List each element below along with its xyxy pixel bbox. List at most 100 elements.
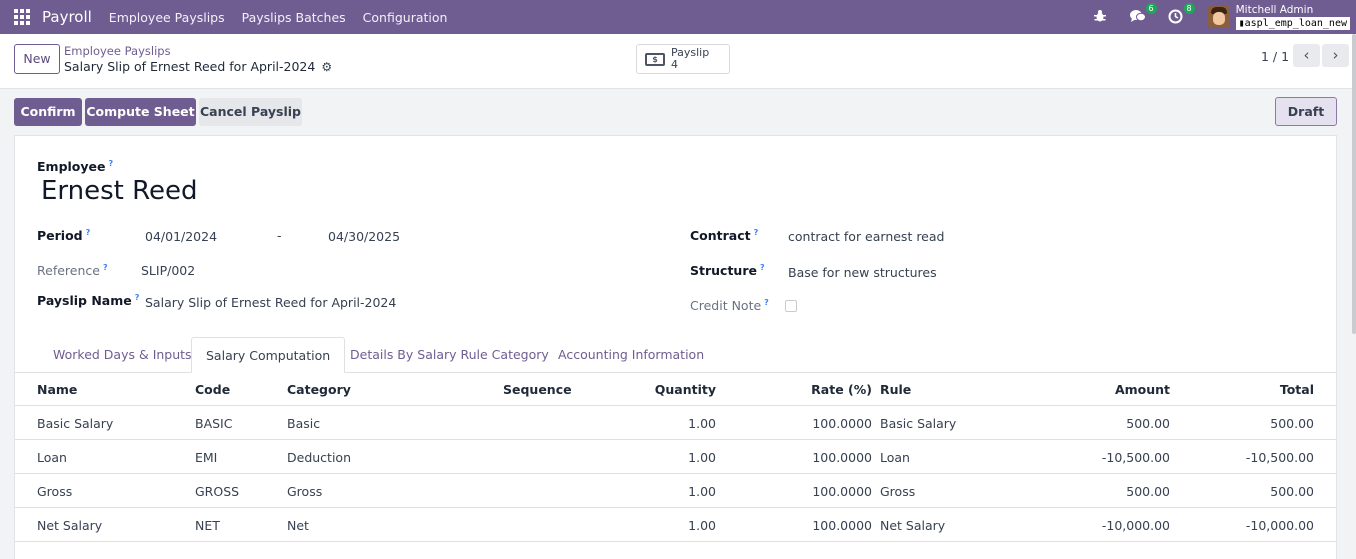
cell-amount: -10,000.00 [1101, 518, 1170, 533]
contract-label: Contract? [690, 228, 759, 243]
menu-configuration[interactable]: Configuration [363, 10, 448, 25]
tab-accounting-information[interactable]: Accounting Information [558, 337, 704, 373]
cell-code: EMI [195, 450, 218, 465]
database-name: ▮aspl_emp_loan_new [1235, 16, 1350, 30]
pager-previous-button[interactable]: ‹ [1293, 44, 1320, 67]
cell-rule: Gross [880, 484, 916, 499]
cell-amount: 500.00 [1126, 484, 1170, 499]
activities-clock-icon[interactable]: 8 [1168, 3, 1195, 25]
compute-sheet-button[interactable]: Compute Sheet [85, 98, 196, 126]
help-icon: ? [764, 298, 769, 307]
control-panel: New Employee Payslips Salary Slip of Ern… [0, 34, 1356, 89]
help-icon: ? [102, 263, 108, 272]
new-button[interactable]: New [14, 44, 60, 74]
app-name[interactable]: Payroll [42, 8, 92, 26]
breadcrumb-current: Salary Slip of Ernest Reed for April-202… [64, 59, 332, 74]
form-sheet: Employee? Ernest Reed Period? 04/01/2024… [14, 135, 1337, 559]
cell-code: NET [195, 518, 220, 533]
cell-quantity: 1.00 [688, 484, 716, 499]
help-icon: ? [134, 293, 140, 302]
cell-rule: Net Salary [880, 518, 946, 533]
reference-label: Reference? [37, 263, 108, 278]
contract-field[interactable]: contract for earnest read [788, 229, 944, 244]
bug-icon[interactable] [1092, 9, 1108, 25]
cell-rule: Loan [880, 450, 910, 465]
pager-next-button[interactable]: › [1322, 44, 1349, 67]
credit-note-checkbox[interactable] [785, 300, 797, 312]
cell-quantity: 1.00 [688, 450, 716, 465]
tab-salary-computation[interactable]: Salary Computation [191, 337, 346, 373]
help-icon: ? [759, 263, 765, 272]
payslip-name-label: Payslip Name? [37, 293, 140, 308]
structure-field[interactable]: Base for new structures [788, 265, 937, 280]
help-icon: ? [753, 228, 759, 237]
menu-payslips-batches[interactable]: Payslips Batches [242, 10, 346, 25]
col-code[interactable]: Code [195, 382, 230, 397]
col-amount[interactable]: Amount [1115, 382, 1170, 397]
user-avatar[interactable] [1207, 6, 1230, 28]
user-menu[interactable]: Mitchell Admin ▮aspl_emp_loan_new [1235, 3, 1350, 30]
tab-details-by-rule-category[interactable]: Details By Salary Rule Category [350, 337, 549, 373]
page-scrollbar[interactable] [1352, 34, 1356, 334]
credit-note-label: Credit Note? [690, 298, 769, 313]
cancel-payslip-button[interactable]: Cancel Payslip [199, 98, 302, 126]
confirm-button[interactable]: Confirm [14, 98, 82, 126]
cell-rate: 100.0000 [812, 416, 872, 431]
col-name[interactable]: Name [37, 382, 77, 397]
money-icon: $ [645, 53, 665, 66]
activities-badge: 8 [1183, 3, 1195, 14]
cell-name: Basic Salary [37, 416, 114, 431]
table-header: Name Code Category Sequence Quantity Rat… [15, 373, 1336, 406]
apps-grid-icon[interactable] [14, 8, 32, 26]
cell-rate: 100.0000 [812, 450, 872, 465]
cell-total: -10,500.00 [1245, 450, 1314, 465]
cell-quantity: 1.00 [688, 518, 716, 533]
cell-name: Loan [37, 450, 67, 465]
cell-rate: 100.0000 [812, 518, 872, 533]
status-draft[interactable]: Draft [1275, 97, 1337, 126]
col-quantity[interactable]: Quantity [655, 382, 716, 397]
smart-button-label: Payslip 4 [671, 46, 710, 71]
table-row[interactable]: Gross GROSS Gross 1.00 100.0000 Gross 50… [15, 474, 1336, 508]
cell-rate: 100.0000 [812, 484, 872, 499]
employee-name[interactable]: Ernest Reed [41, 176, 198, 206]
tab-worked-days-inputs[interactable]: Worked Days & Inputs [53, 337, 192, 373]
cell-code: GROSS [195, 484, 240, 499]
breadcrumb-parent[interactable]: Employee Payslips [64, 44, 171, 58]
cell-name: Net Salary [37, 518, 103, 533]
messages-icon[interactable]: 6 [1129, 3, 1157, 25]
payslip-name-field[interactable]: Salary Slip of Ernest Reed for April-202… [145, 295, 396, 310]
messages-badge: 6 [1145, 3, 1157, 14]
date-from-field[interactable]: 04/01/2024 [145, 229, 217, 244]
user-name: Mitchell Admin [1235, 3, 1314, 16]
cell-category: Net [287, 518, 309, 533]
cell-rule: Basic Salary [880, 416, 957, 431]
gear-icon[interactable]: ⚙ [321, 60, 332, 74]
period-label: Period? [37, 228, 91, 243]
table-row[interactable]: Basic Salary BASIC Basic 1.00 100.0000 B… [15, 406, 1336, 440]
record-title: Salary Slip of Ernest Reed for April-202… [64, 59, 316, 74]
menu-employee-payslips[interactable]: Employee Payslips [109, 10, 225, 25]
table-row[interactable]: Net Salary NET Net 1.00 100.0000 Net Sal… [15, 508, 1336, 542]
cell-total: -10,000.00 [1245, 518, 1314, 533]
table-row[interactable]: Loan EMI Deduction 1.00 100.0000 Loan -1… [15, 440, 1336, 474]
col-rule[interactable]: Rule [880, 382, 911, 397]
help-icon: ? [108, 159, 114, 168]
reference-field[interactable]: SLIP/002 [141, 263, 195, 278]
col-total[interactable]: Total [1280, 382, 1314, 397]
pager-value[interactable]: 1 / 1 [1261, 49, 1289, 64]
col-category[interactable]: Category [287, 382, 351, 397]
cell-total: 500.00 [1270, 416, 1314, 431]
cell-category: Gross [287, 484, 323, 499]
cell-amount: -10,500.00 [1101, 450, 1170, 465]
cell-amount: 500.00 [1126, 416, 1170, 431]
col-sequence[interactable]: Sequence [503, 382, 572, 397]
cell-code: BASIC [195, 416, 233, 431]
cell-name: Gross [37, 484, 73, 499]
cell-quantity: 1.00 [688, 416, 716, 431]
col-rate[interactable]: Rate (%) [811, 382, 872, 397]
employee-label: Employee? [37, 159, 114, 174]
payslip-smart-button[interactable]: $ Payslip 4 [636, 44, 730, 74]
date-separator: - [277, 228, 282, 243]
date-to-field[interactable]: 04/30/2025 [328, 229, 400, 244]
